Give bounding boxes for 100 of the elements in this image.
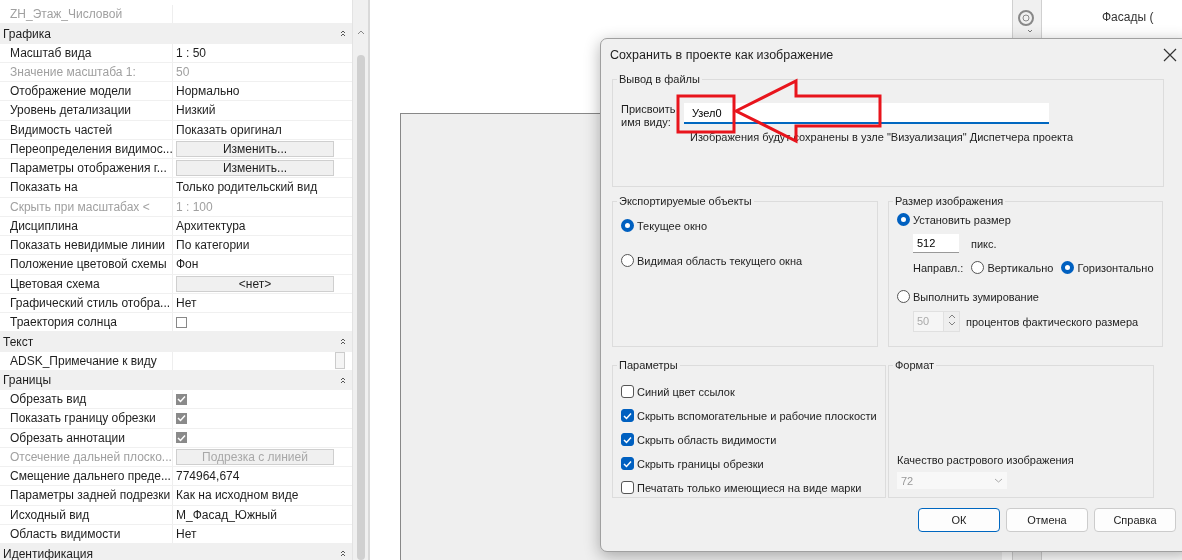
field-label: Качество растрового изображения <box>897 454 1075 466</box>
radio-button[interactable] <box>621 219 634 232</box>
edit-button[interactable]: Изменить... <box>176 140 334 157</box>
property-label: Графический стиль отобра... <box>0 293 173 312</box>
property-value: 1 : 100 <box>175 198 214 216</box>
spin-arrows-icon <box>947 313 956 327</box>
option-label: Видимая область текущего окна <box>637 254 803 267</box>
unit-label: процентов фактического размера <box>966 315 1139 328</box>
option-label: Скрыть вспомогательные и рабочие плоскости <box>637 409 877 422</box>
property-value: Как на исходном виде <box>175 487 300 505</box>
radio-button[interactable] <box>1061 261 1075 274</box>
property-value: По категории <box>175 237 251 255</box>
property-label: Отображение модели <box>0 82 173 101</box>
group-header[interactable]: Текст <box>3 334 34 349</box>
field-label: Присвоить имя виду: <box>621 103 676 129</box>
property-label: Переопределения видимос... <box>0 139 173 158</box>
option-label: Скрыть область видимости <box>637 433 777 446</box>
property-label: Положение цветовой схемы <box>0 255 173 274</box>
group-title: Размер изображения <box>894 195 1005 207</box>
property-value: Низкий <box>175 102 217 120</box>
property-value: Фон <box>175 256 200 274</box>
property-label: ZH_Этаж_Числовой <box>0 5 173 24</box>
property-label: Показать невидимые линии <box>0 236 173 255</box>
property-value: 50 <box>175 63 191 81</box>
property-label: Параметры отображения г... <box>0 159 173 178</box>
field-label: Направл.: <box>913 261 964 274</box>
property-value: Нет <box>175 294 198 312</box>
radio-button[interactable] <box>621 254 634 267</box>
property-label: Дисциплина <box>0 216 173 235</box>
property-label: Отсечение дальней плоско... <box>0 447 173 466</box>
property-label: Обрезать аннотации <box>0 428 173 447</box>
unit-label: пикс. <box>971 237 997 250</box>
option-label: Установить размер <box>913 213 1011 226</box>
property-value: Показать оригинал <box>175 121 283 139</box>
property-value: М_Фасад_Южный <box>175 506 278 524</box>
dialog-button[interactable]: Справка <box>1094 508 1176 532</box>
property-label: Масштаб вида <box>0 43 173 62</box>
checkbox[interactable] <box>621 409 634 422</box>
property-value: Архитектура <box>175 217 247 235</box>
group-title: Параметры <box>618 359 679 371</box>
property-label: Показать на <box>0 178 173 197</box>
scrollbar[interactable] <box>352 0 368 560</box>
property-label: Видимость частей <box>0 120 173 139</box>
property-label: Значение масштаба 1: <box>0 62 173 81</box>
property-value: Только родительский вид <box>175 179 319 197</box>
checkbox[interactable] <box>621 385 634 398</box>
radio-button[interactable] <box>971 261 985 274</box>
dialog-button[interactable]: ОК <box>918 508 1000 532</box>
property-label: Смещение дальнего преде... <box>0 467 173 486</box>
edit-button[interactable]: <нет> <box>176 275 334 292</box>
scroll-up-icon[interactable] <box>356 30 365 35</box>
option-label: Текущее окно <box>637 219 707 232</box>
checkbox[interactable] <box>176 432 187 444</box>
checkbox[interactable] <box>176 412 187 424</box>
property-label: Показать границу обрезки <box>0 409 173 428</box>
option-label: Горизонтально <box>1077 261 1154 274</box>
tree-item[interactable]: Фасады ( <box>1102 10 1154 24</box>
group-title: Вывод в файлы <box>618 73 701 85</box>
radio-button[interactable] <box>897 213 910 226</box>
collapse-icon[interactable] <box>340 376 346 384</box>
edit-button[interactable]: Изменить... <box>176 160 334 177</box>
highlight-frame <box>676 94 736 134</box>
group-header[interactable]: Графика <box>3 26 51 41</box>
property-value: Нормально <box>175 83 241 101</box>
property-label: Траектория солнца <box>0 313 173 332</box>
text-field[interactable] <box>335 352 345 370</box>
property-label: Исходный вид <box>0 505 173 524</box>
collapse-icon[interactable] <box>340 338 346 346</box>
property-label: Скрыть при масштабах < <box>0 197 173 216</box>
checkbox[interactable] <box>176 316 187 328</box>
checkbox[interactable] <box>621 433 634 446</box>
dialog-title: Сохранить в проекте как изображение <box>610 48 834 62</box>
group-title: Экспортируемые объекты <box>618 195 753 207</box>
chevron-down-icon <box>994 478 1003 483</box>
option-label: Выполнить зумирование <box>913 290 1039 303</box>
collapse-icon[interactable] <box>340 550 346 558</box>
group-title: Формат <box>894 359 936 371</box>
pixels-field[interactable]: 512 <box>913 234 959 253</box>
checkbox[interactable] <box>176 393 187 405</box>
name-field[interactable]: Узел0 <box>684 103 1049 124</box>
property-label: Область видимости <box>0 524 173 543</box>
property-value: 774964,674 <box>175 468 241 486</box>
option-label: Печатать только имеющиеся на виде марки <box>637 481 862 494</box>
option-label: Синий цвет ссылок <box>637 385 735 398</box>
option-label: Вертикально <box>987 261 1054 274</box>
radio-button[interactable] <box>897 290 910 303</box>
option-label: Скрыть границы обрезки <box>637 457 764 470</box>
property-label: Цветовая схема <box>0 274 173 293</box>
property-label: Обрезать вид <box>0 390 173 409</box>
property-label: ADSK_Примечание к виду <box>0 351 173 370</box>
dialog-button[interactable]: Отмена <box>1006 508 1088 532</box>
group-header[interactable]: Границы <box>3 373 51 388</box>
checkbox[interactable] <box>621 481 634 494</box>
property-value: Нет <box>175 525 198 543</box>
property-label: Уровень детализации <box>0 101 173 120</box>
close-icon[interactable] <box>1163 48 1177 62</box>
collapse-icon[interactable] <box>340 30 346 38</box>
checkbox[interactable] <box>621 457 634 470</box>
property-value: 1 : 50 <box>175 44 208 62</box>
property-label: Параметры задней подрезки <box>0 486 173 505</box>
